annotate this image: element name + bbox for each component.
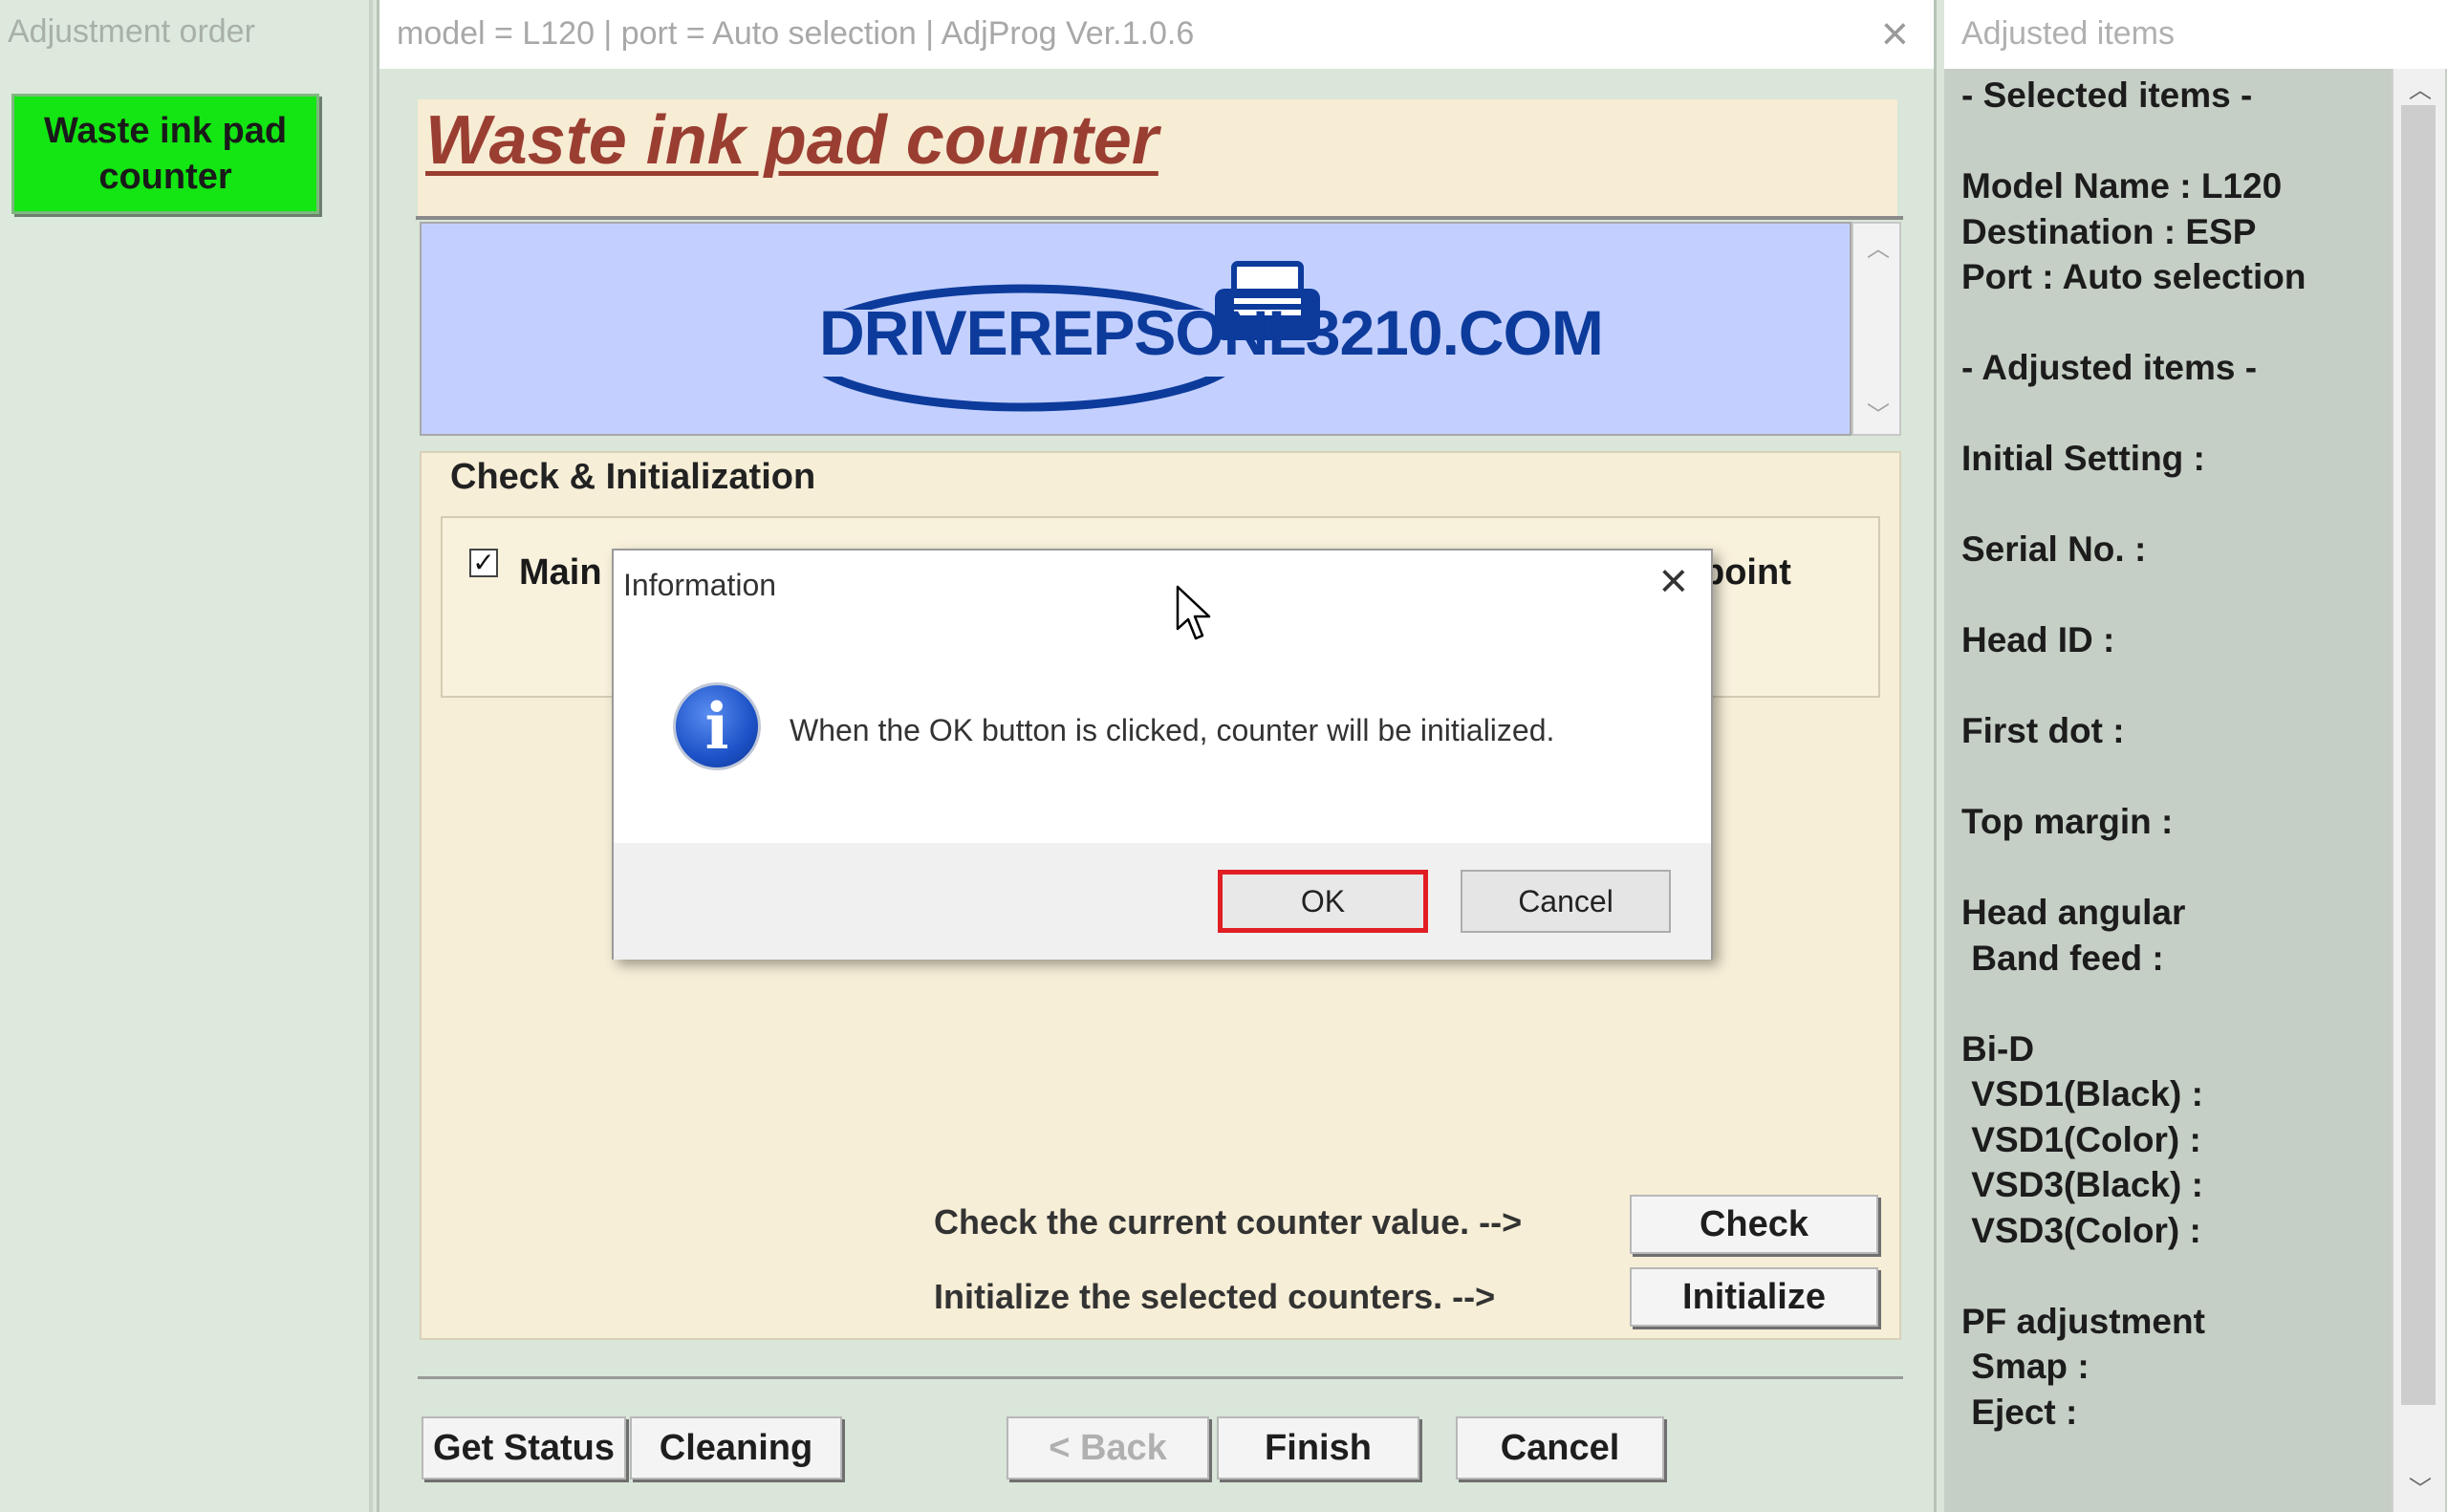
scroll-up-icon[interactable]: ︿ [1853, 229, 1903, 263]
finish-button[interactable]: Finish [1217, 1416, 1419, 1480]
info-icon: i [673, 682, 761, 770]
header-divider [416, 216, 1903, 220]
dialog-cancel-button[interactable]: Cancel [1461, 870, 1671, 933]
scroll-down-icon[interactable]: ﹀ [2393, 1470, 2447, 1503]
get-status-button[interactable]: Get Status [422, 1416, 626, 1480]
scrollbar-thumb[interactable] [2401, 105, 2436, 1405]
ok-button[interactable]: OK [1218, 870, 1428, 933]
logo-label: DRIVEREPSONL3210.COM [819, 297, 1604, 368]
check-button[interactable]: Check [1630, 1195, 1878, 1254]
logo-text: DRIVEREPSONL3210.COM [819, 296, 1604, 369]
main-titlebar: model = L120 | port = Auto selection | A… [379, 0, 1934, 69]
waste-ink-pad-counter-button[interactable]: Waste ink pad counter [11, 94, 319, 214]
scroll-down-icon[interactable]: ﹀ [1853, 396, 1903, 429]
adjusted-items-title: Adjusted items [1961, 15, 2175, 52]
banner-scrollbar[interactable]: ︿ ﹀ [1851, 222, 1901, 436]
footer-divider [418, 1376, 1903, 1379]
main-counter-label: Main [519, 552, 602, 593]
dialog-title: Information [623, 568, 777, 602]
adjustment-order-panel: Adjustment order Waste ink pad counter [0, 0, 373, 1512]
window-title: model = L120 | port = Auto selection | A… [397, 15, 1195, 52]
dialog-message: When the OK button is clicked, counter w… [790, 713, 1555, 747]
main-counter-checkbox[interactable]: ✓ [469, 549, 498, 577]
initialize-instruction: Initialize the selected counters. --> [934, 1277, 1496, 1316]
close-icon[interactable]: × [1659, 552, 1688, 610]
scroll-up-icon[interactable]: ︿ [2393, 71, 2447, 104]
adjusted-items-text: - Selected items - Model Name : L120 Des… [1961, 76, 2306, 1432]
adjusted-items-panel: Adjusted items - Selected items - Model … [1944, 0, 2447, 1512]
page-title: Waste ink pad counter [425, 102, 1159, 179]
waste-ink-pad-counter-label: Waste ink pad counter [43, 111, 288, 197]
adjusted-items-titlebar: Adjusted items [1944, 0, 2447, 69]
adjustment-order-title: Adjustment order [8, 13, 255, 50]
initialize-button[interactable]: Initialize [1630, 1267, 1878, 1327]
cancel-button[interactable]: Cancel [1456, 1416, 1664, 1480]
mouse-cursor-icon [1176, 585, 1211, 640]
point-label: point [1702, 552, 1791, 593]
group-label: Check & Initialization [441, 457, 826, 498]
information-dialog: Information × i When the OK button is cl… [612, 549, 1713, 960]
cleaning-button[interactable]: Cleaning [630, 1416, 842, 1480]
check-instruction: Check the current counter value. --> [934, 1202, 1523, 1242]
close-icon[interactable]: × [1881, 6, 1909, 61]
back-button[interactable]: < Back [1007, 1416, 1209, 1480]
